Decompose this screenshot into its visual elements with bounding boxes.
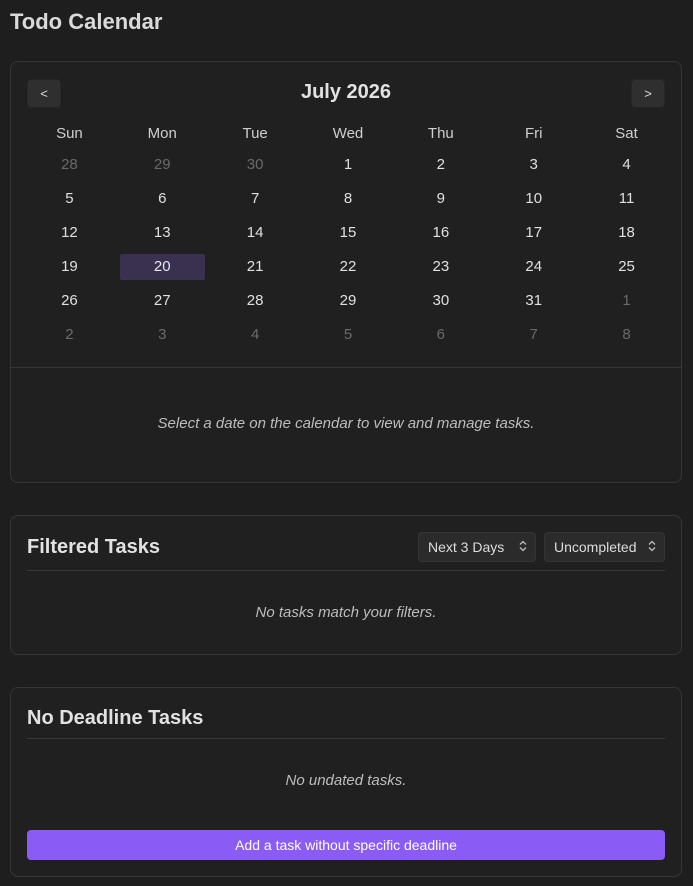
filtered-tasks-card: Filtered Tasks Next 3 Days Uncompleted N… [10,515,682,655]
calendar-day[interactable]: 10 [491,186,576,212]
filtered-tasks-title: Filtered Tasks [27,536,161,558]
calendar-day[interactable]: 5 [27,186,112,212]
calendar-day[interactable]: 13 [120,220,205,246]
app-title: Todo Calendar [10,9,163,34]
calendar-day[interactable]: 19 [27,254,112,280]
weekday-wed: Wed [332,125,364,142]
filtered-divider [27,570,665,571]
month-title: July 2026 [300,81,392,103]
calendar-day[interactable]: 1 [584,288,669,314]
no-deadline-empty-message: No undated tasks. [285,772,407,789]
calendar-day[interactable]: 28 [27,152,112,178]
calendar-day[interactable]: 7 [491,322,576,348]
calendar-day[interactable]: 31 [491,288,576,314]
no-deadline-title: No Deadline Tasks [27,707,204,729]
next-month-button[interactable]: > [631,79,665,108]
calendar-day[interactable]: 1 [306,152,391,178]
calendar-day[interactable]: 22 [306,254,391,280]
no-deadline-card: No Deadline Tasks No undated tasks. Add … [10,687,682,877]
calendar-day[interactable]: 8 [584,322,669,348]
weekday-sun: Sun [56,125,83,142]
calendar-day[interactable]: 30 [213,152,298,178]
status-value: Uncompleted [554,539,637,555]
calendar-day[interactable]: 2 [27,322,112,348]
add-undated-task-button[interactable]: Add a task without specific deadline [27,830,665,860]
calendar-day[interactable]: 29 [120,152,205,178]
calendar-day[interactable]: 6 [398,322,483,348]
calendar-grid: Sun Mon Tue Wed Thu Fri Sat 28 29 30 1 2… [27,124,669,348]
calendar-day[interactable]: 9 [398,186,483,212]
calendar-day[interactable]: 30 [398,288,483,314]
weekday-thu: Thu [427,125,454,142]
calendar-day[interactable]: 15 [306,220,391,246]
weekday-mon: Mon [147,125,177,142]
calendar-day[interactable]: 18 [584,220,669,246]
calendar-hint: Select a date on the calendar to view an… [157,415,535,432]
calendar-day[interactable]: 27 [120,288,205,314]
calendar-day[interactable]: 2 [398,152,483,178]
calendar-divider [11,367,681,368]
calendar-day[interactable]: 8 [306,186,391,212]
calendar-day[interactable]: 21 [213,254,298,280]
calendar-day[interactable]: 4 [213,322,298,348]
weekday-sat: Sat [615,125,638,142]
chevron-up-down-icon [648,540,656,552]
calendar-day[interactable]: 26 [27,288,112,314]
calendar-day[interactable]: 4 [584,152,669,178]
calendar-day[interactable]: 6 [120,186,205,212]
calendar-card: < July 2026 > Sun Mon Tue Wed Thu Fri Sa… [10,61,682,483]
calendar-day[interactable]: 3 [120,322,205,348]
date-range-value: Next 3 Days [428,539,505,555]
calendar-day[interactable]: 3 [491,152,576,178]
calendar-day[interactable]: 24 [491,254,576,280]
calendar-day[interactable]: 14 [213,220,298,246]
calendar-day[interactable]: 23 [398,254,483,280]
filtered-empty-message: No tasks match your filters. [255,604,437,621]
calendar-day[interactable]: 28 [213,288,298,314]
weekday-tue: Tue [242,125,268,142]
calendar-day[interactable]: 12 [27,220,112,246]
chevron-up-down-icon [519,540,527,552]
calendar-day[interactable]: 11 [584,186,669,212]
no-deadline-divider [27,738,665,739]
calendar-day[interactable]: 29 [306,288,391,314]
calendar-day[interactable]: 17 [491,220,576,246]
status-select[interactable]: Uncompleted [544,532,665,562]
date-range-select[interactable]: Next 3 Days [418,532,536,562]
calendar-day[interactable]: 5 [306,322,391,348]
weekday-fri: Fri [524,125,543,142]
calendar-day[interactable]: 25 [584,254,669,280]
calendar-day-today[interactable]: 20 [119,254,205,280]
calendar-day[interactable]: 16 [398,220,483,246]
calendar-day[interactable]: 7 [213,186,298,212]
